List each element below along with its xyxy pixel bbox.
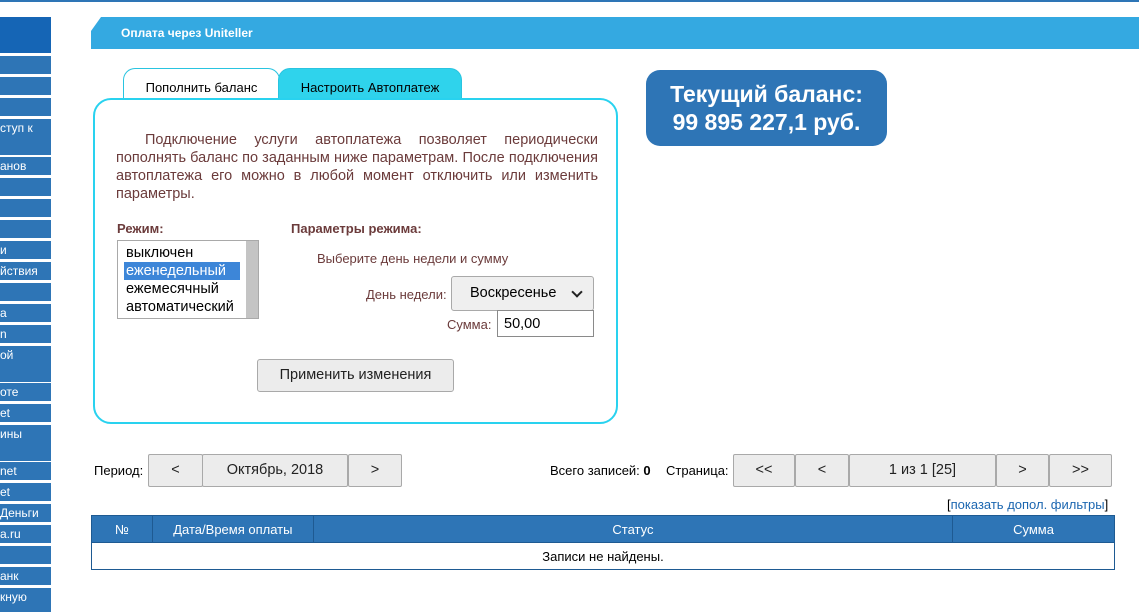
chevron-down-icon — [571, 286, 583, 298]
total-records-value: 0 — [643, 463, 651, 478]
sidebar-item[interactable]: n — [0, 325, 51, 343]
filters-toggle: [показать допол. фильтры] — [947, 497, 1108, 512]
sidebar-item[interactable] — [0, 220, 51, 238]
tab-autopay[interactable]: Настроить Автоплатеж — [278, 68, 462, 100]
sidebar-item[interactable]: net — [0, 462, 51, 480]
sidebar-item[interactable]: йствия — [0, 262, 51, 280]
mode-listbox[interactable]: выключен еженедельный ежемесячный автома… — [117, 240, 259, 319]
period-next-button[interactable]: > — [348, 454, 402, 487]
sidebar-item[interactable] — [0, 546, 51, 564]
top-border-line — [0, 0, 1139, 2]
mode-option-monthly[interactable]: ежемесячный — [124, 280, 240, 298]
sidebar-item[interactable]: кную — [0, 588, 51, 612]
weekday-label: День недели: — [366, 287, 447, 302]
balance-value: 99 895 227,1 руб. — [672, 109, 861, 135]
bracket-close: ] — [1104, 497, 1109, 512]
mode-option-off[interactable]: выключен — [124, 244, 240, 262]
sidebar-item[interactable] — [0, 77, 51, 95]
weekday-select[interactable]: Воскресенье — [451, 276, 594, 311]
column-header-datetime[interactable]: Дата/Время оплаты — [151, 515, 314, 543]
page-first-button[interactable]: << — [733, 454, 795, 487]
sidebar-item[interactable]: ступ к — [0, 119, 51, 155]
period-value-button[interactable]: Октябрь, 2018 — [202, 454, 348, 487]
period-label: Период: — [94, 463, 144, 478]
sidebar-item[interactable] — [0, 56, 51, 74]
mode-option-automatic[interactable]: автоматический — [124, 298, 240, 316]
sidebar-item[interactable]: Деньги — [0, 504, 51, 522]
header-corner — [91, 17, 101, 31]
weekday-value: Воскресенье — [470, 285, 557, 301]
sidebar-item[interactable]: анк — [0, 567, 51, 585]
total-records-label: Всего записей: — [550, 463, 640, 478]
params-hint: Выберите день недели и сумму — [317, 251, 509, 266]
page-next-button[interactable]: > — [996, 454, 1049, 487]
autopay-panel: Подключение услуги автоплатежа позволяет… — [93, 98, 618, 424]
sidebar-item[interactable]: et — [0, 404, 51, 422]
page-prev-button[interactable]: < — [795, 454, 849, 487]
total-records: Всего записей: 0 — [550, 463, 651, 478]
sidebar-item[interactable] — [0, 178, 51, 196]
sidebar-item[interactable]: a.ru — [0, 525, 51, 543]
autopay-description: Подключение услуги автоплатежа позволяет… — [116, 132, 598, 202]
listbox-scrollbar[interactable] — [246, 241, 258, 318]
column-header-number[interactable]: № — [91, 515, 153, 543]
mode-option-weekly[interactable]: еженедельный — [123, 261, 241, 281]
empty-table-message: Записи не найдены. — [91, 542, 1115, 570]
sidebar-item[interactable] — [0, 283, 51, 301]
sum-input[interactable] — [497, 310, 594, 337]
sidebar-item[interactable]: оте — [0, 383, 51, 401]
sidebar-item[interactable]: ой — [0, 346, 51, 382]
payments-table: № Дата/Время оплаты Статус Сумма Записи … — [91, 515, 1115, 570]
mode-label: Режим: — [117, 221, 164, 236]
tab-topup-balance[interactable]: Пополнить баланс — [123, 68, 280, 100]
sidebar-item[interactable]: и — [0, 241, 51, 259]
sidebar-item[interactable]: ины — [0, 425, 51, 461]
page-last-button[interactable]: >> — [1049, 454, 1112, 487]
sidebar-item[interactable]: а — [0, 304, 51, 322]
column-header-sum[interactable]: Сумма — [952, 515, 1115, 543]
column-header-status[interactable]: Статус — [312, 515, 954, 543]
current-balance-badge: Текущий баланс: 99 895 227,1 руб. — [646, 70, 887, 146]
balance-label: Текущий баланс: — [670, 81, 863, 107]
apply-changes-button[interactable]: Применить изменения — [257, 359, 454, 392]
sidebar: ступ к анов и йствия а n ой оте et ины n… — [0, 17, 51, 612]
table-header-row: № Дата/Время оплаты Статус Сумма — [91, 515, 1115, 543]
section-title: Оплата через Uniteller — [121, 26, 253, 40]
sidebar-item[interactable] — [0, 199, 51, 217]
sum-label: Сумма: — [447, 317, 492, 332]
show-extra-filters-link[interactable]: показать допол. фильтры — [951, 497, 1105, 512]
page-label: Страница: — [666, 463, 729, 478]
sidebar-item[interactable] — [0, 98, 51, 116]
sidebar-item[interactable]: et — [0, 483, 51, 501]
page-current-button[interactable]: 1 из 1 [25] — [849, 454, 996, 487]
table-row: Записи не найдены. — [91, 542, 1115, 570]
sidebar-item[interactable]: анов — [0, 157, 51, 175]
sidebar-header — [0, 17, 51, 53]
section-header: Оплата через Uniteller — [91, 17, 1139, 49]
params-label: Параметры режима: — [291, 221, 422, 236]
period-prev-button[interactable]: < — [148, 454, 203, 487]
